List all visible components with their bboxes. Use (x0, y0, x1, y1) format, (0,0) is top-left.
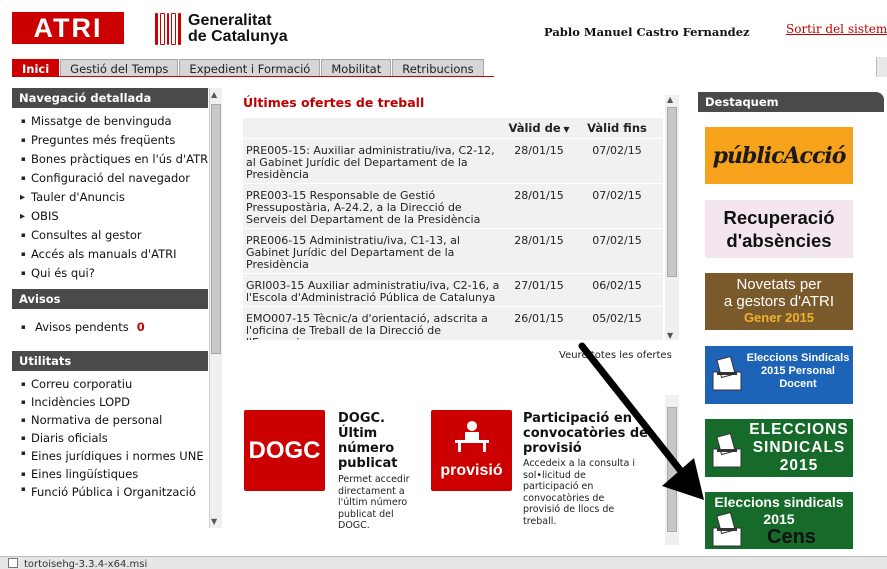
alerts-count-badge: 0 (136, 320, 145, 334)
offer-from: 28/01/15 (514, 189, 564, 202)
scroll-down-icon[interactable]: ▼ (211, 517, 217, 526)
tab-retribucions[interactable]: Retribucions (392, 59, 484, 77)
alerts-section-title: Avisos (12, 289, 208, 309)
generalitat-emblem-icon (155, 13, 181, 45)
provisio-icon[interactable]: provisió (431, 410, 512, 491)
table-row[interactable]: PRE005-15: Auxiliar administratiu/iva, C… (243, 138, 663, 183)
offer-desc[interactable]: PRE006-15 Administratiu/iva, C1-13, al G… (246, 235, 501, 271)
util-item-correu[interactable]: Correu corporatiu (18, 375, 222, 393)
generalitat-logo: Generalitat de Catalunya (155, 12, 288, 46)
offer-desc[interactable]: PRE005-15: Auxiliar administratiu/iva, C… (246, 145, 501, 181)
tab-expedient-formacio[interactable]: Expedient i Formació (179, 59, 321, 77)
table-row[interactable]: PRE003-15 Responsable de Gestió Pressupo… (243, 183, 663, 228)
nav-item-obis[interactable]: OBIS (18, 207, 222, 226)
util-item-eines-linguistiques[interactable]: Eines lingüístiques (18, 465, 222, 483)
scroll-down-icon[interactable]: ▼ (667, 331, 673, 340)
nav-item-configuracio[interactable]: Configuració del navegador (18, 169, 222, 188)
eleccions-sindicals-banner[interactable]: ELECCIONS SINDICALS 2015 (705, 419, 853, 477)
eleccions-docent-label: Eleccions Sindicals 2015 Personal Docent (746, 352, 850, 390)
util-item-lopd[interactable]: Incidències LOPD (18, 393, 222, 411)
publicaccio-banner[interactable]: públicAcció (705, 127, 853, 184)
logout-link[interactable]: Sortir del sistema (786, 22, 887, 36)
alerts-pending-item[interactable]: Avisos pendents 0 (18, 318, 222, 337)
nav-item-manuals[interactable]: Accés als manuals d'ATRI (18, 245, 222, 264)
nav-item-bones-practiques[interactable]: Bones pràctiques en l'ús d'ATRI (18, 150, 222, 169)
file-icon (8, 558, 18, 568)
sort-desc-icon[interactable]: ▼ (561, 125, 569, 134)
download-item[interactable]: tortoisehg-3.3.4-x64.msi (8, 558, 208, 569)
offer-from: 27/01/15 (514, 279, 564, 292)
tab-mobilitat[interactable]: Mobilitat (321, 59, 392, 77)
eleccions-cens-line3: Cens (767, 526, 816, 548)
nav-item-consultes[interactable]: Consultes al gestor (18, 226, 222, 245)
annotation-arrow-icon (578, 342, 704, 500)
util-item-diaris[interactable]: Diaris oficials (18, 429, 222, 447)
table-row[interactable]: PRE006-15 Administratiu/iva, C1-13, al G… (243, 228, 663, 273)
offer-desc[interactable]: EMO007-15 Tècnic/a d'orientació, adscrit… (246, 313, 501, 341)
offers-scroll-thumb[interactable] (667, 107, 677, 277)
offer-to: 07/02/15 (592, 189, 642, 202)
util-item-normativa[interactable]: Normativa de personal (18, 411, 222, 429)
sidebar-scroll-thumb[interactable] (211, 104, 221, 354)
nav-item-faq[interactable]: Preguntes més freqüents (18, 131, 222, 150)
dogc-desc: Permet accedir directament a l'últim núm… (338, 474, 410, 531)
scroll-up-icon[interactable]: ▲ (667, 95, 673, 104)
nav-item-benvinguda[interactable]: Missatge de benvinguda (18, 112, 222, 131)
offer-to: 06/02/15 (592, 279, 642, 292)
util-item-eines-juridiques[interactable]: Eines jurídiques i normes UNE (18, 447, 222, 465)
highlights-title: Destaquem (698, 92, 884, 112)
offers-table: Vàlid de ▼ Vàlid fins PRE005-15: Auxilia… (243, 118, 663, 340)
tab-underline (12, 76, 494, 77)
offer-to: 05/02/15 (592, 312, 642, 325)
alerts-pending-label: Avisos pendents (35, 320, 129, 334)
nav-section-title: Navegació detallada (12, 88, 208, 108)
offer-from: 28/01/15 (514, 234, 564, 247)
eleccions-sindicals-label: ELECCIONS SINDICALS 2015 (749, 421, 849, 474)
left-sidebar: Navegació detallada Missatge de benvingu… (12, 88, 222, 528)
main-tabs: Inici Gestió del Temps Expedient i Forma… (12, 59, 485, 77)
recuperacio-banner[interactable]: Recuperació d'absències (705, 200, 853, 258)
offers-title: Últimes ofertes de treball (243, 95, 425, 110)
tab-gestio-temps[interactable]: Gestió del Temps (60, 59, 179, 77)
nav-item-qui-es-qui[interactable]: Qui és qui? (18, 264, 222, 283)
user-name: Pablo Manuel Castro Fernandez (544, 25, 750, 39)
scroll-up-icon[interactable]: ▲ (211, 90, 217, 99)
sidebar-scrollbar[interactable]: ▲ ▼ (209, 88, 222, 528)
offers-scrollbar[interactable]: ▲ ▼ (665, 95, 679, 340)
novetats-line3: Gener 2015 (743, 310, 815, 325)
eleccions-docent-banner[interactable]: Eleccions Sindicals 2015 Personal Docent (705, 346, 853, 404)
tab-inici[interactable]: Inici (12, 59, 60, 77)
novetats-banner[interactable]: Novetats per a gestors d'ATRI Gener 2015 (705, 273, 853, 330)
publicaccio-label: públicAcció (712, 142, 847, 169)
nav-item-tauler[interactable]: Tauler d'Anuncis (18, 188, 222, 207)
table-row[interactable]: GRI003-15 Auxiliar administratiu/iva, C2… (243, 273, 663, 306)
col-valid-from[interactable]: Vàlid de ▼ (501, 118, 577, 138)
eleccions-cens-line1: Eleccions sindicals (714, 494, 844, 510)
offer-from: 26/01/15 (514, 312, 564, 325)
ballot-box-icon (712, 512, 742, 547)
offer-desc[interactable]: GRI003-15 Auxiliar administratiu/iva, C2… (246, 280, 501, 304)
col-valid-to[interactable]: Vàlid fins (577, 118, 657, 138)
dogc-icon[interactable]: DOGC (244, 410, 325, 491)
novetats-line1: Novetats per (736, 276, 822, 293)
provisio-icon-label: provisió (440, 462, 503, 479)
novetats-line2: a gestors d'ATRI (723, 293, 835, 310)
util-item-funcio-publica[interactable]: Funció Pública i Organització (18, 483, 222, 499)
dogc-title[interactable]: DOGC. Últim número publicat (338, 411, 418, 471)
org-name-line2: de Catalunya (188, 28, 288, 45)
offer-from: 28/01/15 (514, 144, 564, 157)
offer-desc[interactable]: PRE003-15 Responsable de Gestió Pressupo… (246, 190, 501, 226)
utils-section-title: Utilitats (12, 351, 208, 371)
eleccions-cens-banner[interactable]: Eleccions sindicals 2015 Cens (705, 492, 853, 549)
atri-logo[interactable]: ATRI (12, 12, 124, 44)
offer-to: 07/02/15 (592, 144, 642, 157)
window-edge (876, 57, 887, 77)
offer-to: 07/02/15 (592, 234, 642, 247)
table-row[interactable]: EMO007-15 Tècnic/a d'orientació, adscrit… (243, 306, 663, 340)
org-name-line1: Generalitat (188, 12, 272, 29)
download-item-label: tortoisehg-3.3.4-x64.msi (24, 559, 148, 569)
offers-header-row: Vàlid de ▼ Vàlid fins (243, 118, 663, 138)
desk-person-icon (455, 421, 489, 452)
